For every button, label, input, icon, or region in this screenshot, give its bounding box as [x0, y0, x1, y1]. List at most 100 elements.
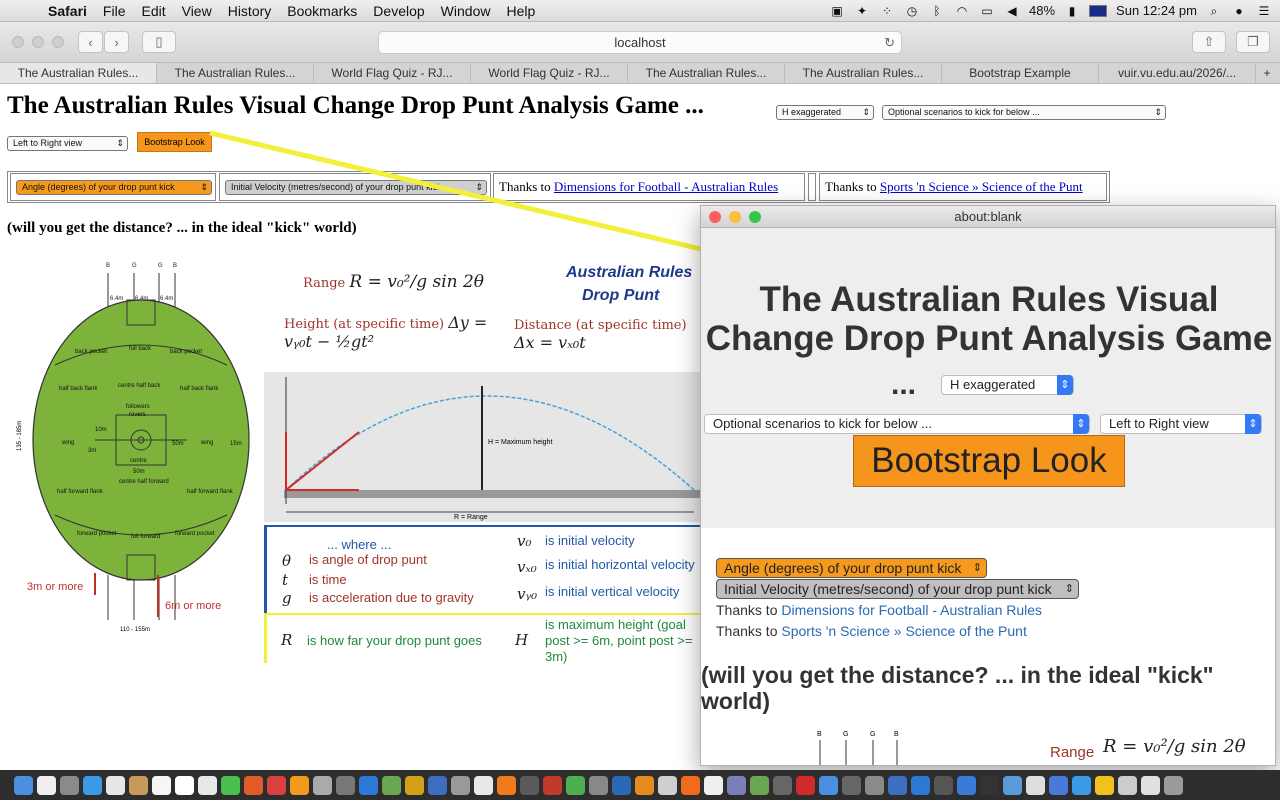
preview-icon[interactable] — [106, 775, 125, 795]
share-icon[interactable]: ⇧ — [1192, 31, 1226, 53]
tab-overview-icon[interactable]: ❐ — [1236, 31, 1270, 53]
notification-center-icon[interactable]: ☰ — [1256, 4, 1272, 18]
safari-icon[interactable] — [83, 775, 102, 795]
app-icon[interactable] — [704, 775, 723, 795]
virtualbox-icon[interactable] — [819, 775, 838, 795]
tab[interactable]: The Australian Rules... — [785, 63, 942, 83]
reload-icon[interactable]: ↻ — [884, 32, 895, 53]
h-exaggerated-select[interactable]: H exaggerated — [776, 105, 874, 120]
tab[interactable]: vuir.vu.edu.au/2026/... — [1099, 63, 1256, 83]
app-icon[interactable] — [1072, 775, 1091, 795]
app-icon[interactable] — [1003, 775, 1022, 795]
document-icon[interactable] — [37, 775, 56, 795]
close-window-icon[interactable] — [709, 211, 721, 223]
menu-history[interactable]: History — [220, 3, 280, 19]
dimensions-link[interactable]: Dimensions for Football - Australian Rul… — [781, 602, 1042, 618]
clock[interactable]: Sun 12:24 pm — [1116, 3, 1197, 18]
angle-select[interactable]: Angle (degrees) of your drop punt kick — [16, 180, 212, 195]
app-icon[interactable] — [612, 775, 631, 795]
app-store-icon[interactable] — [359, 775, 378, 795]
tab[interactable]: The Australian Rules... — [628, 63, 785, 83]
php-icon[interactable] — [727, 775, 746, 795]
time-machine-icon[interactable]: ◷ — [904, 4, 920, 18]
tab[interactable]: World Flag Quiz - RJ... — [314, 63, 471, 83]
app-icon[interactable] — [451, 775, 470, 795]
chrome-icon[interactable] — [566, 775, 585, 795]
sidebar-toggle-icon[interactable]: ▯ — [142, 31, 176, 53]
address-bar[interactable]: localhost ↻ — [378, 31, 902, 54]
tab[interactable]: Bootstrap Example — [942, 63, 1099, 83]
battery-icon[interactable]: ▮ — [1064, 4, 1080, 18]
battery-percent[interactable]: 48% — [1029, 3, 1055, 18]
calendar-icon[interactable] — [175, 775, 194, 795]
app-icon[interactable] — [957, 775, 976, 795]
app-icon[interactable] — [1026, 775, 1045, 795]
downloads-stack-icon[interactable] — [1141, 775, 1160, 795]
new-tab-button[interactable]: + — [1256, 63, 1278, 83]
close-window-icon[interactable] — [12, 36, 24, 48]
view-direction-select[interactable]: Left to Right view — [1100, 414, 1262, 434]
app-icon[interactable] — [336, 775, 355, 795]
velocity-select[interactable]: Initial Velocity (metres/second) of your… — [716, 579, 1079, 599]
app-icon[interactable] — [888, 775, 907, 795]
app-icon[interactable] — [1118, 775, 1137, 795]
back-button[interactable]: ‹ — [78, 31, 103, 53]
bootstrap-look-button[interactable]: Bootstrap Look — [137, 132, 212, 152]
siri-icon[interactable]: ● — [1231, 4, 1247, 18]
android-studio-icon[interactable] — [750, 775, 769, 795]
photo-booth-icon[interactable] — [267, 775, 286, 795]
minimize-window-icon[interactable] — [729, 211, 741, 223]
system-preferences-icon[interactable] — [313, 775, 332, 795]
help-icon[interactable] — [842, 775, 861, 795]
airplay-icon[interactable]: ▭ — [979, 4, 995, 18]
opera-icon[interactable] — [796, 775, 815, 795]
finder-icon[interactable] — [14, 775, 33, 795]
launchpad-icon[interactable] — [60, 775, 79, 795]
menu-develop[interactable]: Develop — [365, 3, 432, 19]
ibooks-icon[interactable] — [290, 775, 309, 795]
scenario-select[interactable]: Optional scenarios to kick for below ... — [882, 105, 1166, 120]
app-icon[interactable] — [1095, 775, 1114, 795]
help-icon[interactable] — [773, 775, 792, 795]
app-icon[interactable] — [497, 775, 516, 795]
tab[interactable]: The Australian Rules... — [0, 63, 157, 83]
itunes-icon[interactable] — [474, 775, 493, 795]
firefox-icon[interactable] — [681, 775, 700, 795]
status-app-icon[interactable]: ▣ — [829, 4, 845, 18]
github-icon[interactable] — [980, 775, 999, 795]
menu-edit[interactable]: Edit — [133, 3, 173, 19]
app-icon[interactable] — [658, 775, 677, 795]
facetime-icon[interactable] — [221, 775, 240, 795]
app-icon[interactable] — [589, 775, 608, 795]
contacts-icon[interactable] — [129, 775, 148, 795]
app-icon[interactable] — [428, 775, 447, 795]
menu-view[interactable]: View — [174, 3, 220, 19]
angle-select[interactable]: Angle (degrees) of your drop punt kick — [716, 558, 987, 578]
view-direction-select[interactable]: Left to Right view — [7, 136, 128, 151]
bootstrap-look-button[interactable]: Bootstrap Look — [853, 435, 1125, 487]
science-of-punt-link[interactable]: Sports 'n Science » Science of the Punt — [781, 623, 1027, 639]
zoom-window-icon[interactable] — [749, 211, 761, 223]
volume-icon[interactable]: ◀ — [1004, 4, 1020, 18]
reminders-icon[interactable] — [198, 775, 217, 795]
app-icon[interactable] — [382, 775, 401, 795]
app-icon[interactable] — [405, 775, 424, 795]
scenario-select[interactable]: Optional scenarios to kick for below ... — [704, 414, 1090, 434]
menu-window[interactable]: Window — [433, 3, 499, 19]
menu-file[interactable]: File — [95, 3, 134, 19]
status-app-icon[interactable]: ✦ — [854, 4, 870, 18]
tab[interactable]: World Flag Quiz - RJ... — [471, 63, 628, 83]
spotlight-search-icon[interactable]: ⌕ — [1206, 4, 1222, 18]
minimize-window-icon[interactable] — [32, 36, 44, 48]
app-menu[interactable]: Safari — [40, 3, 95, 19]
app-icon[interactable] — [635, 775, 654, 795]
app-icon[interactable] — [934, 775, 953, 795]
wifi-icon[interactable]: ◠ — [954, 4, 970, 18]
photos-icon[interactable] — [244, 775, 263, 795]
menu-help[interactable]: Help — [498, 3, 543, 19]
zoom-window-icon[interactable] — [52, 36, 64, 48]
trash-icon[interactable] — [1164, 775, 1183, 795]
app-icon[interactable] — [1049, 775, 1068, 795]
menu-bookmarks[interactable]: Bookmarks — [279, 3, 365, 19]
input-source-flag-icon[interactable] — [1089, 4, 1108, 17]
